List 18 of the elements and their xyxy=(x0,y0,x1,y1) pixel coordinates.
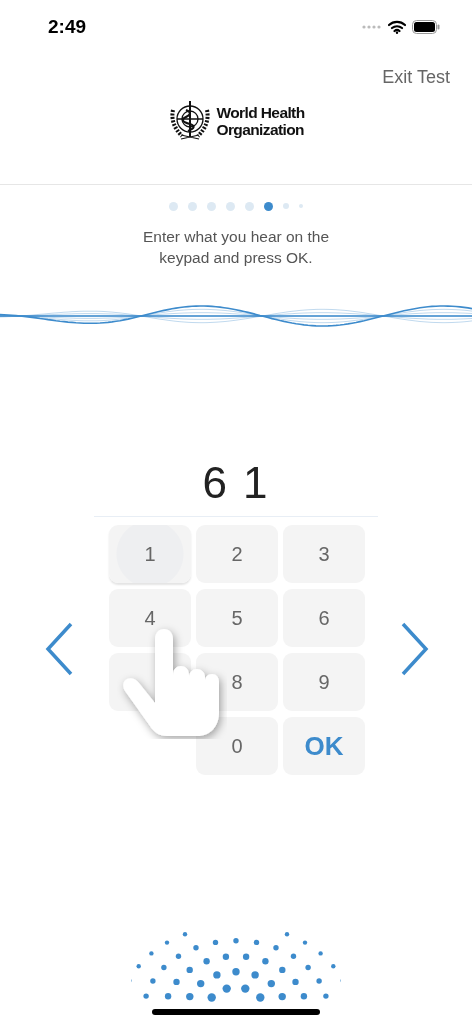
instruction-text: Enter what you hear on the keypad and press OK. xyxy=(141,227,331,268)
keypad-key[interactable]: 9 xyxy=(283,653,365,711)
wifi-icon xyxy=(388,20,406,34)
keypad-key[interactable]: 2 xyxy=(196,525,278,583)
keypad-key[interactable]: 4 xyxy=(109,589,191,647)
keypad-key[interactable]: 0 xyxy=(196,717,278,775)
keypad-key[interactable]: 3 xyxy=(283,525,365,583)
keypad-key[interactable]: 5 xyxy=(196,589,278,647)
signal-icon xyxy=(362,25,382,29)
logo-text: World Health xyxy=(216,104,305,121)
status-time: 2:49 xyxy=(48,16,87,38)
keypad-key[interactable]: 1 xyxy=(109,525,191,583)
ok-button[interactable]: OK xyxy=(283,717,365,775)
entered-digits: 6 1 xyxy=(201,457,271,509)
logo-text: Organization xyxy=(216,121,305,138)
battery-icon xyxy=(412,20,440,34)
keypad-key[interactable]: 6 xyxy=(283,589,365,647)
exit-test-button[interactable]: Exit Test xyxy=(382,65,450,90)
